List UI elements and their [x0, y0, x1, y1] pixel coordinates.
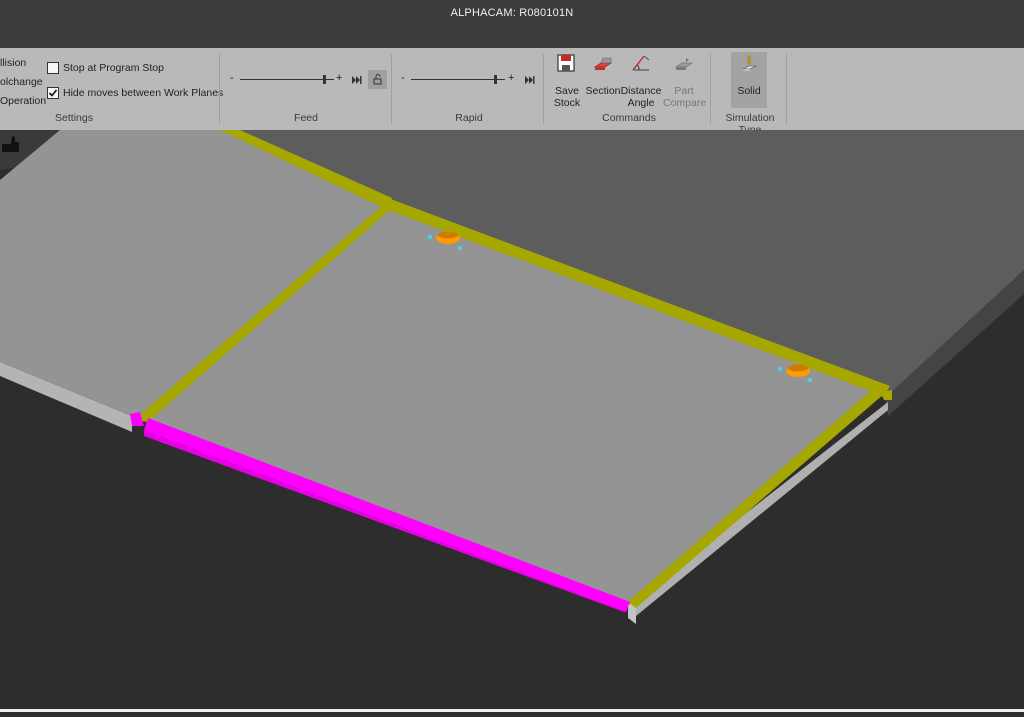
commands-group-label: Commands	[602, 112, 656, 124]
settings-item-operation[interactable]: Operation	[0, 95, 46, 107]
section-button[interactable]	[592, 52, 614, 79]
part-compare-button[interactable]	[673, 52, 695, 79]
hole-marker	[428, 235, 432, 239]
save-stock-label-line1[interactable]: Save	[549, 85, 585, 97]
title-bar: ALPHACAM: R080101N	[0, 0, 1024, 48]
feed-slider-thumb[interactable]	[322, 75, 326, 84]
part-compare-label-line1: Part	[674, 85, 694, 97]
feed-minus-button[interactable]: -	[230, 72, 234, 84]
drill-hole-inner	[788, 364, 808, 372]
feed-slider-track[interactable]	[240, 79, 334, 80]
settings-item-collision[interactable]: llision	[0, 57, 26, 69]
hole-marker	[778, 367, 782, 371]
save-stock-icon	[557, 54, 575, 72]
part-compare-label-line2: Compare	[663, 97, 707, 109]
hole-marker	[458, 246, 462, 250]
lock-button[interactable]	[368, 70, 387, 89]
section-icon	[593, 57, 613, 70]
solid-icon	[742, 55, 757, 71]
rapid-minus-button[interactable]: -	[401, 72, 405, 84]
skip-end-icon[interactable]	[352, 76, 362, 84]
rapid-slider-thumb[interactable]	[493, 75, 497, 84]
separator	[543, 54, 544, 124]
solid-label[interactable]: Solid	[731, 85, 767, 97]
stop-at-program-stop-label[interactable]: Stop at Program Stop	[63, 62, 164, 74]
hide-moves-label[interactable]: Hide moves between Work Planes	[63, 87, 223, 99]
checkmark-icon	[48, 89, 58, 97]
stop-at-program-stop-checkbox[interactable]	[47, 62, 59, 74]
drill-hole-inner	[438, 231, 458, 239]
distance-angle-button[interactable]	[630, 52, 652, 79]
rapid-plus-button[interactable]: +	[508, 72, 514, 84]
save-stock-label-line2[interactable]: Stock	[549, 97, 585, 109]
section-label[interactable]: Section	[584, 85, 622, 97]
distance-angle-label-line1[interactable]: Distance	[620, 85, 662, 97]
distance-angle-icon	[632, 55, 650, 71]
settings-item-toolchange[interactable]: olchange	[0, 76, 43, 88]
separator	[786, 54, 787, 124]
separator	[219, 54, 220, 124]
feed-plus-button[interactable]: +	[336, 72, 342, 84]
rapid-slider-track[interactable]	[411, 79, 505, 80]
viewport-canvas[interactable]	[0, 130, 1024, 712]
simulation-viewport[interactable]	[0, 130, 1024, 712]
lock-icon	[373, 74, 382, 85]
part-compare-icon	[674, 58, 694, 70]
distance-angle-label-line2[interactable]: Angle	[620, 97, 662, 109]
separator	[710, 54, 711, 124]
ribbon: llision olchange Operation Stop at Progr…	[0, 48, 1024, 136]
feed-group-label: Feed	[294, 112, 318, 124]
settings-group-label: Settings	[55, 112, 93, 124]
window-title: ALPHACAM: R080101N	[450, 7, 574, 19]
hole-marker	[808, 378, 812, 382]
separator	[391, 54, 392, 124]
hide-moves-checkbox[interactable]	[47, 87, 59, 99]
save-stock-button[interactable]	[555, 52, 577, 79]
skip-end-icon[interactable]	[525, 76, 535, 84]
rapid-group-label: Rapid	[455, 112, 483, 124]
solid-button[interactable]: Solid	[731, 52, 767, 108]
